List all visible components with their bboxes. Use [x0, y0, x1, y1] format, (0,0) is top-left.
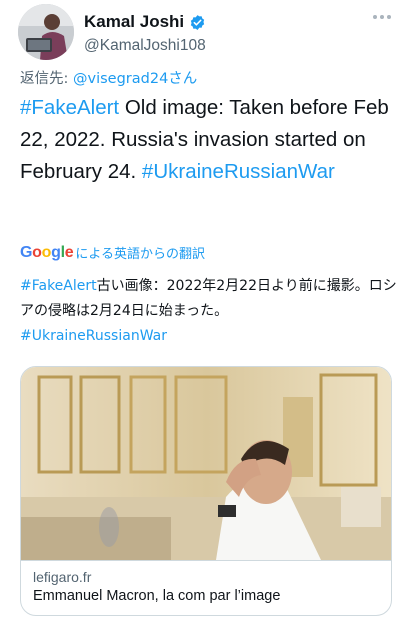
reply-prefix: 返信先:	[20, 71, 73, 87]
translation-label: による英語からの翻訳	[75, 247, 205, 262]
more-options-icon[interactable]	[373, 14, 391, 20]
card-photo	[21, 367, 391, 560]
link-card[interactable]: lefigaro.fr Emmanuel Macron, la com par …	[20, 366, 392, 616]
translated-by-google[interactable]: Google による英語からの翻訳	[20, 243, 205, 263]
reply-mention-link[interactable]: @visegrad24	[73, 71, 168, 87]
avatar-image	[18, 4, 74, 60]
translated-hashtag-ukrainerussianwar[interactable]: #UkraineRussianWar	[20, 328, 167, 344]
avatar[interactable]	[18, 4, 74, 60]
display-name[interactable]: Kamal Joshi	[84, 12, 184, 32]
translated-text: #FakeAlert古い画像：2022年2月22日より前に撮影。ロシアの侵略は2…	[20, 274, 400, 349]
tweet-header: Kamal Joshi @KamalJoshi108	[0, 0, 411, 64]
card-meta: lefigaro.fr Emmanuel Macron, la com par …	[21, 560, 391, 615]
card-domain: lefigaro.fr	[33, 569, 92, 585]
replying-to: 返信先: @visegrad24さん	[20, 67, 197, 88]
user-names: Kamal Joshi @KamalJoshi108	[84, 12, 206, 55]
reply-suffix: さん	[168, 71, 198, 87]
hashtag-fakealert[interactable]: #FakeAlert	[20, 96, 119, 119]
verified-badge-icon	[190, 14, 205, 30]
google-logo-icon: Google	[20, 243, 74, 261]
translated-hashtag-fakealert[interactable]: #FakeAlert	[20, 278, 97, 294]
tweet-text: #FakeAlert Old image: Taken before Feb 2…	[20, 92, 400, 188]
hashtag-ukrainerussianwar[interactable]: #UkraineRussianWar	[142, 160, 335, 183]
card-title: Emmanuel Macron, la com par l’image	[33, 588, 281, 604]
user-handle[interactable]: @KamalJoshi108	[84, 37, 206, 55]
